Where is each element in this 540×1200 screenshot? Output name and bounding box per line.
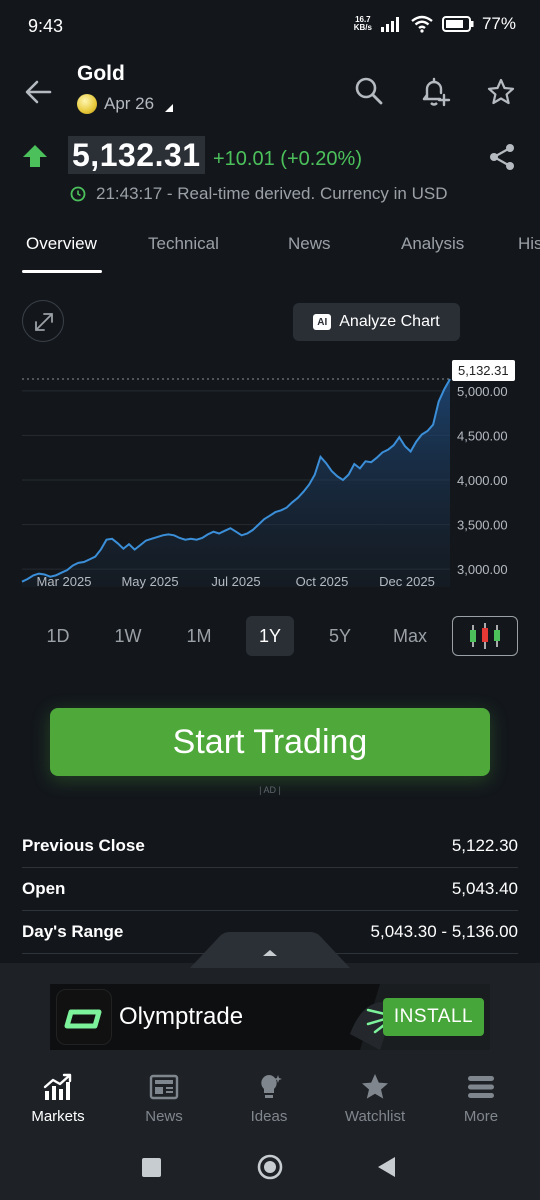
ad-brand-name: Olymptrade bbox=[119, 1003, 244, 1030]
tab-news[interactable]: News bbox=[288, 234, 331, 254]
nav-ideas[interactable]: Ideas bbox=[224, 1071, 314, 1125]
recents-square-icon[interactable] bbox=[142, 1158, 161, 1177]
ad-install-button[interactable]: INSTALL bbox=[383, 998, 484, 1036]
tab-overview[interactable]: Overview bbox=[26, 234, 97, 254]
star-icon bbox=[362, 1074, 388, 1099]
price-chart[interactable]: 5,000.00 4,500.00 4,000.00 3,500.00 3,000.00… bbox=[0, 355, 540, 595]
nav-label: News bbox=[145, 1108, 183, 1125]
analyze-chart-label: Analyze Chart bbox=[339, 313, 440, 330]
candlestick-toggle-button[interactable] bbox=[452, 616, 518, 656]
nav-markets[interactable]: Markets bbox=[13, 1071, 103, 1125]
back-arrow-icon[interactable] bbox=[22, 76, 54, 108]
price-change: +10.01 (+0.20%) bbox=[213, 148, 362, 170]
tab-technical[interactable]: Technical bbox=[148, 234, 219, 254]
nav-more[interactable]: More bbox=[436, 1071, 526, 1125]
net-speed: 16.7 KB/s bbox=[354, 16, 372, 32]
time-note-text: 21:43:17 - Real-time derived. Currency i… bbox=[96, 184, 448, 203]
status-icons: 16.7 KB/s 77% bbox=[354, 14, 516, 34]
x-tick-label: May 2025 bbox=[121, 574, 178, 589]
olymptrade-logo-icon bbox=[64, 1009, 102, 1029]
net-speed-unit: KB/s bbox=[353, 23, 372, 32]
stat-label: Open bbox=[22, 878, 66, 898]
gold-coin-icon bbox=[77, 94, 97, 114]
section-tabs: Overview Technical News Analysis His bbox=[0, 226, 540, 274]
stat-value: 5,043.30 - 5,136.00 bbox=[370, 921, 518, 941]
battery-percent: 77% bbox=[481, 14, 516, 33]
x-tick-label: Mar 2025 bbox=[37, 574, 92, 589]
candlestick-icon bbox=[470, 623, 500, 649]
current-price-tag: 5,132.31 bbox=[452, 360, 515, 381]
nav-label: More bbox=[463, 1108, 499, 1125]
wifi-icon bbox=[411, 15, 433, 33]
ai-icon: AI bbox=[313, 314, 332, 330]
system-navigation-bar bbox=[0, 1135, 540, 1200]
menu-icon bbox=[468, 1076, 494, 1098]
y-tick-label: 5,000.00 bbox=[457, 384, 508, 399]
olymptrade-logo bbox=[56, 989, 112, 1045]
range-1w[interactable]: 1W bbox=[104, 616, 152, 656]
signal-icon bbox=[380, 17, 399, 32]
watchlist-star-icon[interactable] bbox=[486, 77, 516, 107]
y-tick-label: 4,500.00 bbox=[457, 428, 508, 443]
stat-value: 5,043.40 bbox=[451, 878, 518, 898]
ad-marker: | AD | bbox=[259, 785, 281, 795]
current-price: 5,132.31 bbox=[68, 136, 205, 174]
status-time: 9:43 bbox=[28, 16, 64, 36]
nav-label: Ideas bbox=[250, 1108, 288, 1125]
lightbulb-icon bbox=[261, 1075, 282, 1098]
range-1d[interactable]: 1D bbox=[34, 616, 82, 656]
nav-watchlist[interactable]: Watchlist bbox=[330, 1071, 420, 1125]
nav-label: Watchlist bbox=[344, 1108, 406, 1125]
asset-name: Gold bbox=[77, 62, 125, 85]
share-icon[interactable] bbox=[487, 142, 517, 172]
tab-history[interactable]: His bbox=[518, 234, 540, 254]
stat-label: Previous Close bbox=[22, 835, 145, 855]
dropdown-triangle-icon bbox=[165, 104, 174, 112]
stat-label: Day's Range bbox=[22, 921, 124, 941]
markets-chart-icon bbox=[43, 1073, 72, 1100]
collapse-handle[interactable] bbox=[190, 932, 350, 968]
range-max[interactable]: Max bbox=[386, 616, 434, 656]
add-alert-bell-icon[interactable] bbox=[418, 75, 452, 109]
stat-row-previous-close: Previous Close 5,122.30 bbox=[22, 824, 518, 868]
expand-chart-button[interactable] bbox=[22, 300, 64, 342]
nav-news[interactable]: News bbox=[119, 1071, 209, 1125]
y-tick-label: 4,000.00 bbox=[457, 473, 508, 488]
back-triangle-icon[interactable] bbox=[378, 1157, 395, 1177]
chart-y-axis: 5,000.00 4,500.00 4,000.00 3,500.00 3,000.00 bbox=[457, 384, 508, 577]
search-icon[interactable] bbox=[354, 76, 384, 106]
price-up-arrow-icon bbox=[23, 145, 47, 167]
clock-icon bbox=[70, 186, 86, 202]
expand-icon bbox=[35, 313, 53, 331]
range-1y[interactable]: 1Y bbox=[246, 616, 294, 656]
chart-area-fill bbox=[22, 379, 450, 587]
stat-value: 5,122.30 bbox=[451, 835, 518, 855]
x-tick-label: Dec 2025 bbox=[379, 574, 435, 589]
asset-date-selector[interactable]: Apr 26 bbox=[77, 94, 174, 114]
analyze-chart-button[interactable]: AI Analyze Chart bbox=[293, 303, 460, 341]
news-icon bbox=[149, 1074, 179, 1100]
asset-date: Apr 26 bbox=[104, 94, 155, 113]
stat-row-open: Open 5,043.40 bbox=[22, 867, 518, 911]
nav-label: Markets bbox=[31, 1108, 85, 1125]
range-1m[interactable]: 1M bbox=[175, 616, 223, 656]
bottom-navigation: Markets News Ideas Watchlist More bbox=[0, 1063, 540, 1135]
active-tab-indicator bbox=[22, 270, 102, 273]
x-tick-label: Oct 2025 bbox=[296, 574, 349, 589]
battery-icon bbox=[441, 16, 474, 32]
y-tick-label: 3,500.00 bbox=[457, 518, 508, 533]
y-tick-label: 3,000.00 bbox=[457, 562, 508, 577]
price-time-note: 21:43:17 - Real-time derived. Currency i… bbox=[70, 184, 447, 204]
start-trading-button[interactable]: Start Trading bbox=[50, 708, 490, 776]
range-5y[interactable]: 5Y bbox=[316, 616, 364, 656]
x-tick-label: Jul 2025 bbox=[211, 574, 260, 589]
tab-analysis[interactable]: Analysis bbox=[401, 234, 464, 254]
